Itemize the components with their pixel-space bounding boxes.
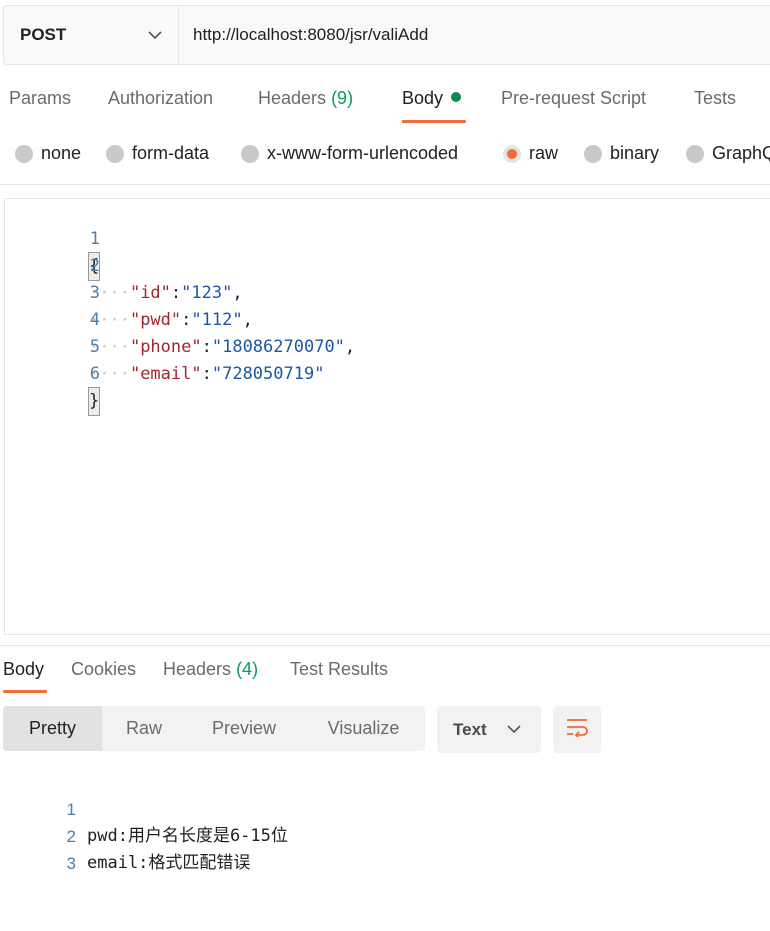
response-line: 1 pwd:用户名长度是6-15位 (0, 769, 287, 846)
body-type-binary[interactable]: binary (584, 143, 659, 164)
tab-headers-label: Headers (258, 88, 327, 108)
line-number: 1 (89, 229, 100, 249)
code-line: 1 { (5, 199, 101, 281)
tab-headers[interactable]: Headers (9) (258, 88, 353, 109)
code-line: 5 ····"email":"728050719" (5, 307, 324, 384)
code-content: } (87, 387, 101, 416)
format-label: Text (453, 719, 487, 739)
tab-headers-count: (9) (331, 88, 354, 108)
tab-authorization[interactable]: Authorization (108, 88, 213, 109)
json-key: "id" (129, 283, 171, 303)
json-key: "phone" (129, 337, 202, 357)
body-modified-dot (451, 92, 462, 102)
line-number: 2 (66, 827, 76, 846)
view-raw-button[interactable]: Raw (102, 706, 186, 751)
body-type-graphql[interactable]: GraphQL (686, 143, 770, 164)
wrap-lines-icon (565, 717, 589, 742)
active-tab-indicator (402, 120, 466, 123)
radio-form-data[interactable] (106, 144, 124, 163)
json-value: "18086270070" (211, 337, 345, 357)
body-type-urlencoded-label: x-www-form-urlencoded (267, 143, 459, 163)
body-type-binary-label: binary (610, 143, 660, 163)
body-type-form-data[interactable]: form-data (106, 143, 209, 164)
close-brace: } (87, 387, 101, 416)
line-number: 2 (89, 256, 100, 276)
response-format-select[interactable]: Text (437, 706, 541, 753)
code-line: 3 ····"pwd":"112", (5, 253, 253, 330)
response-tab-body[interactable]: Body (3, 659, 44, 680)
response-text: email:格式匹配错误 (87, 853, 251, 873)
response-line: 2 email:格式匹配错误 (0, 796, 250, 873)
url-input[interactable]: http://localhost:8080/jsr/valiAdd (179, 6, 770, 64)
divider (0, 184, 770, 185)
method-select[interactable]: POST (4, 6, 179, 64)
code-content: ····"phone":"18086270070", (89, 334, 355, 361)
radio-urlencoded[interactable] (241, 144, 259, 163)
json-colon: : (201, 337, 212, 357)
json-colon: : (201, 364, 212, 384)
line-number: 5 (89, 337, 100, 357)
tab-body-label: Body (402, 88, 444, 108)
code-line: 4 ····"phone":"18086270070", (5, 280, 355, 357)
body-type-none-label: none (41, 143, 82, 163)
body-type-raw-label: raw (529, 143, 559, 163)
line-number: 4 (89, 310, 100, 330)
tab-tests[interactable]: Tests (694, 88, 736, 109)
code-line: 2 ····"id":"123", (5, 226, 243, 303)
request-tabs: Params Authorization Headers (9) Body Pr… (0, 84, 770, 126)
response-line: 3 (0, 823, 75, 873)
body-type-none[interactable]: none (15, 143, 81, 164)
json-comma: , (344, 337, 356, 357)
json-key: "pwd" (129, 310, 182, 330)
wrap-lines-button[interactable] (553, 706, 601, 753)
body-type-form-data-label: form-data (132, 143, 210, 163)
json-comma: , (232, 283, 243, 303)
radio-raw-selected[interactable] (503, 144, 521, 163)
tab-prerequest-script[interactable]: Pre-request Script (501, 88, 646, 109)
json-comma: , (242, 310, 253, 330)
response-text: pwd:用户名长度是6-15位 (87, 826, 288, 846)
radio-graphql[interactable] (686, 144, 704, 163)
body-type-graphql-label: GraphQL (712, 143, 770, 163)
body-type-options: none form-data x-www-form-urlencoded raw… (0, 140, 770, 170)
json-value: "728050719" (211, 364, 325, 384)
code-content: ····"email":"728050719" (89, 361, 324, 388)
chevron-down-icon (507, 721, 521, 739)
response-tab-headers-label: Headers (163, 659, 232, 679)
json-value: "123" (181, 283, 233, 303)
request-body-editor[interactable]: 1 { 2 ····"id":"123", 3 ····"pwd":"112",… (4, 198, 770, 635)
method-label: POST (20, 25, 67, 44)
body-type-raw[interactable]: raw (503, 143, 558, 164)
view-pretty-button[interactable]: Pretty (3, 706, 102, 751)
line-number: 3 (89, 283, 100, 303)
radio-none[interactable] (15, 144, 33, 163)
json-key: "email" (129, 364, 202, 384)
line-number: 3 (66, 854, 76, 873)
tab-params[interactable]: Params (9, 88, 71, 109)
response-tab-cookies[interactable]: Cookies (71, 659, 136, 680)
code-content: ····"id":"123", (89, 280, 243, 307)
json-value: "112" (191, 310, 243, 330)
line-number: 6 (89, 364, 100, 384)
line-number: 1 (66, 800, 76, 819)
response-tab-headers-count: (4) (236, 659, 259, 679)
json-colon: : (181, 310, 192, 330)
divider (0, 645, 770, 646)
view-visualize-button[interactable]: Visualize (302, 706, 425, 751)
response-tab-test-results[interactable]: Test Results (290, 659, 388, 680)
view-preview-button[interactable]: Preview (186, 706, 302, 751)
response-tab-headers[interactable]: Headers (4) (163, 659, 258, 680)
code-line: 6 } (5, 334, 101, 416)
json-colon: : (170, 283, 182, 303)
response-view-toggle: Pretty Raw Preview Visualize (3, 706, 425, 751)
tab-body[interactable]: Body (402, 88, 462, 109)
active-response-tab-indicator (3, 690, 47, 693)
response-tabs: Body Cookies Headers (4) Test Results (0, 656, 770, 696)
body-type-urlencoded[interactable]: x-www-form-urlencoded (241, 143, 458, 164)
request-url-bar: POST http://localhost:8080/jsr/valiAdd (3, 5, 770, 65)
chevron-down-icon (148, 30, 162, 40)
code-content: ····"pwd":"112", (89, 307, 253, 334)
radio-binary[interactable] (584, 144, 602, 163)
